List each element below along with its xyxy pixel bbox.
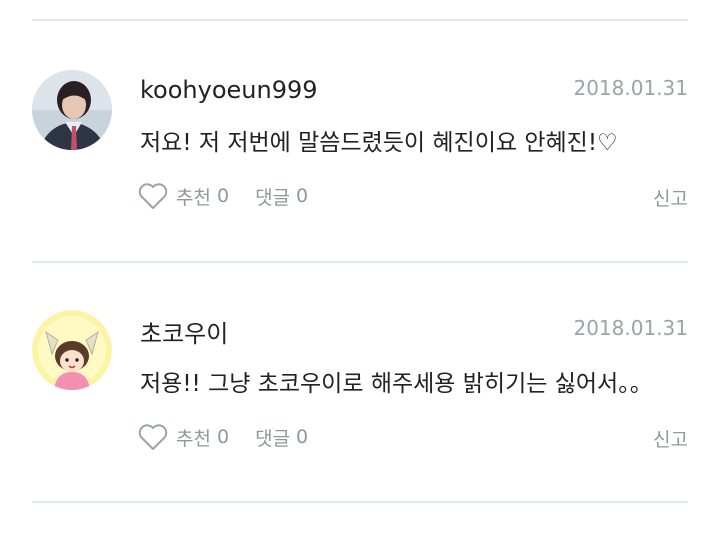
report-button[interactable]: 신고	[653, 425, 688, 452]
comment-list: koohyoeun999 2018.01.31 저요! 저 저번에 말씀드렸듯이…	[0, 0, 720, 540]
comment-item: 초코우이 2018.01.31 저용!! 그냥 초코우이로 해주세용 밝히기는 …	[0, 262, 720, 502]
comment-item: koohyoeun999 2018.01.31 저요! 저 저번에 말씀드렸듯이…	[0, 20, 720, 260]
like-count: 0	[216, 185, 230, 207]
heart-icon	[138, 183, 168, 209]
like-label: 추천	[176, 427, 211, 450]
like-label: 추천	[176, 186, 211, 209]
comment-text: 저용!! 그냥 초코우이로 해주세용 밝히기는 싫어서。。	[140, 371, 653, 397]
cartoon-girl-avatar-icon	[32, 310, 112, 390]
heart-icon	[138, 424, 168, 450]
reply-button[interactable]: 댓글 0	[255, 183, 308, 210]
person-photo-avatar-icon	[32, 70, 112, 150]
reply-label: 댓글	[255, 427, 291, 450]
comment-actions: 추천 0 댓글 0	[138, 181, 308, 211]
reply-button[interactable]: 댓글 0	[255, 424, 308, 451]
comment-actions: 추천 0 댓글 0	[138, 422, 308, 452]
reply-count: 0	[296, 426, 309, 448]
reply-label: 댓글	[255, 186, 291, 209]
like-button[interactable]: 추천 0	[138, 182, 229, 210]
reply-count: 0	[296, 185, 309, 207]
avatar[interactable]	[32, 310, 112, 390]
username[interactable]: 초코우이	[140, 314, 228, 349]
like-button[interactable]: 추천 0	[138, 423, 229, 451]
comment-text: 저요! 저 저번에 말씀드렸듯이 혜진이요 안혜진!♡	[140, 130, 618, 156]
like-count: 0	[216, 426, 230, 448]
divider	[32, 501, 688, 503]
report-button[interactable]: 신고	[653, 184, 688, 211]
comment-date: 2018.01.31	[573, 316, 688, 340]
avatar[interactable]	[32, 70, 112, 150]
comment-date: 2018.01.31	[573, 76, 688, 100]
username[interactable]: koohyoeun999	[140, 76, 318, 104]
